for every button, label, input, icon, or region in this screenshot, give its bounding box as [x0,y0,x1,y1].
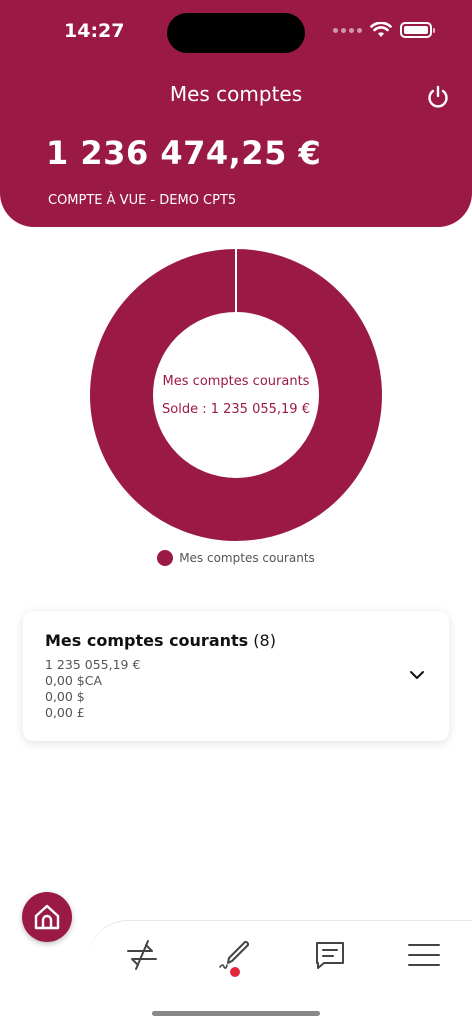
chart-center-title: Mes comptes courants [162,373,310,389]
chart-legend: Mes comptes courants [0,550,472,566]
wifi-icon [370,22,392,37]
home-icon [34,904,60,930]
balance-line: 1 235 055,19 € [45,657,141,672]
status-indicators [333,22,435,38]
balance-line: 0,00 £ [45,705,85,720]
balance-line: 0,00 $ [45,689,85,704]
messages-icon[interactable] [312,937,348,973]
legend-swatch [157,550,174,566]
home-indicator[interactable] [152,1011,320,1016]
menu-icon[interactable] [406,937,442,973]
legend-label: Mes comptes courants [179,551,315,565]
chart-center-balance: Solde : 1 235 055,19 € [162,401,310,417]
card-count: (8) [253,631,276,650]
notification-dot [230,967,240,977]
card-title: Mes comptes courants (8) [45,631,276,650]
transfer-icon[interactable] [124,937,160,973]
card-title-text: Mes comptes courants [45,631,249,650]
battery-icon [400,22,435,38]
donut-chart[interactable]: Mes comptes courants Solde : 1 235 055,1… [90,249,382,541]
page-title: Mes comptes [169,82,303,106]
total-balance: 1 236 474,25 € [46,134,322,172]
chevron-down-icon[interactable] [409,669,425,681]
power-icon[interactable] [426,84,450,110]
accounts-card[interactable]: Mes comptes courants (8) 1 235 055,19 € … [23,611,449,741]
card-balances: 1 235 055,19 € 0,00 $CA 0,00 $ 0,00 £ [45,657,140,721]
account-label[interactable]: COMPTE À VUE - DEMO CPT5 [48,193,236,208]
signal-icon [333,27,362,33]
home-button[interactable] [22,892,72,942]
header: 14:27 Mes comptes 1 236 474,25 € COMPTE … [0,0,472,227]
chart-center: Mes comptes courants Solde : 1 235 055,1… [90,249,382,541]
dynamic-island [167,13,305,53]
status-time: 14:27 [64,20,125,42]
balance-line: 0,00 $CA [45,673,103,688]
